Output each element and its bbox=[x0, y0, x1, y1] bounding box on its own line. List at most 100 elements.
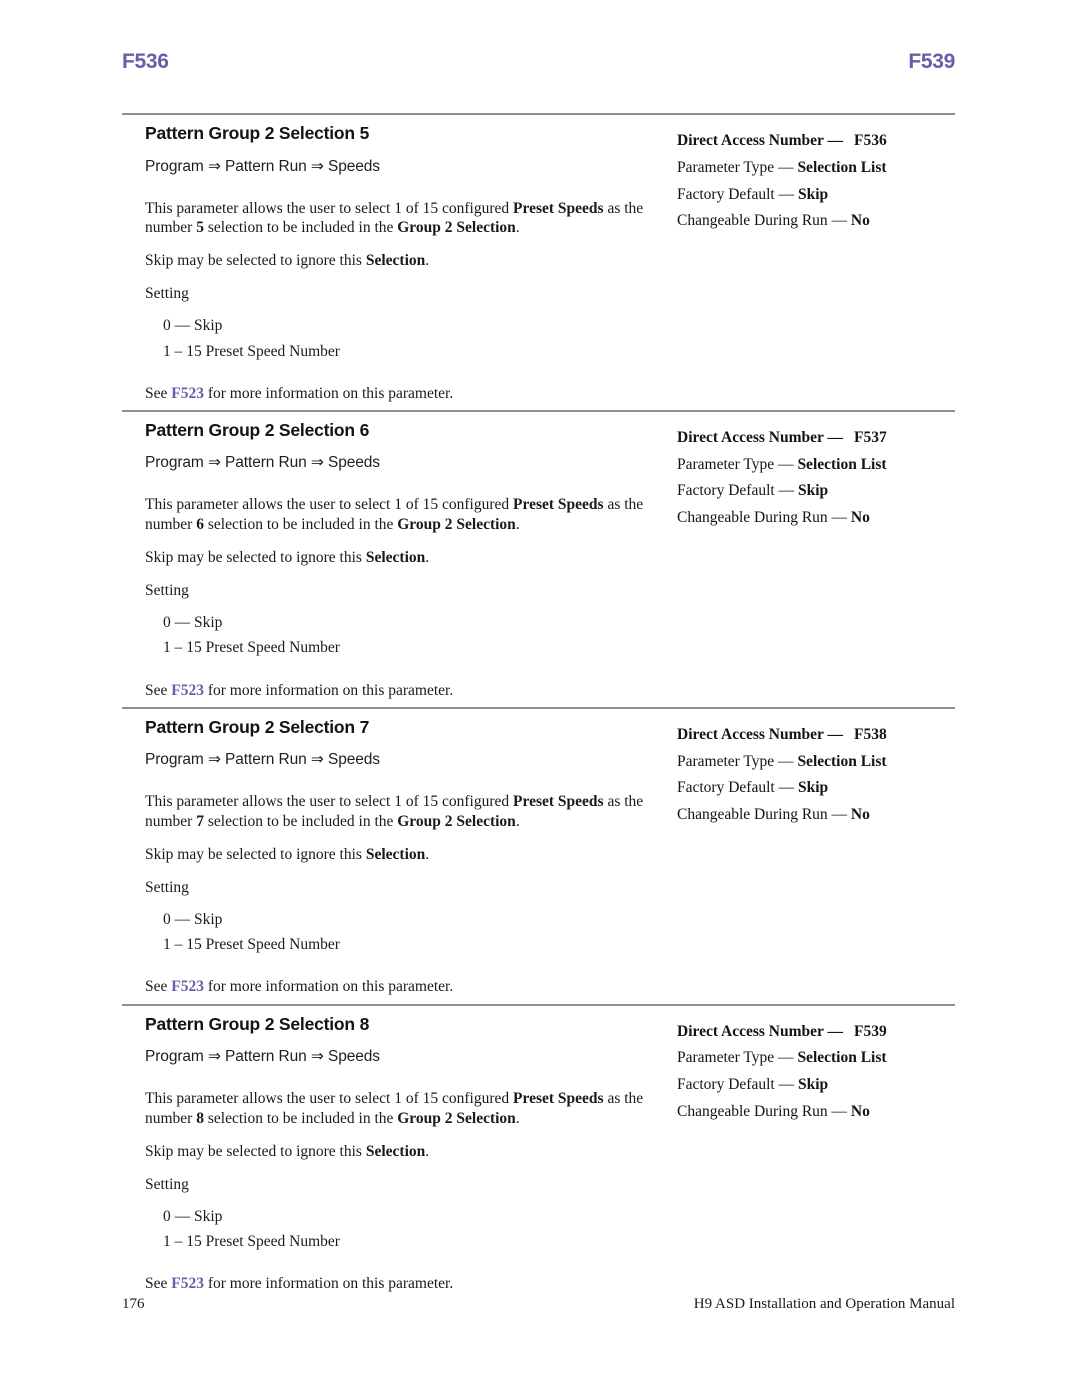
selection-number: 8 bbox=[196, 1109, 204, 1127]
parameter-section: Pattern Group 2 Selection 8 Program ⇒ Pat… bbox=[122, 1003, 955, 1301]
setting-label: Setting bbox=[145, 285, 189, 303]
factory-default-value: Skip bbox=[797, 482, 829, 500]
parameter-meta-column: Direct Access Number — F536 Parameter Type… bbox=[649, 122, 955, 235]
parameter-type-value: Selection List bbox=[797, 158, 887, 176]
changeable-during-run-value: No bbox=[850, 1102, 870, 1120]
group-2-selection-term: Group 2 Selection bbox=[397, 219, 516, 237]
parameter-title: Pattern Group 2 Selection 8 bbox=[145, 1013, 370, 1034]
preset-speeds-term: Preset Speeds bbox=[513, 1090, 604, 1108]
setting-option: 0 — Skip bbox=[163, 1208, 223, 1226]
running-head: F536 F539 bbox=[122, 50, 955, 74]
setting-label: Setting bbox=[145, 879, 189, 897]
factory-default-line: Factory Default — Skip bbox=[677, 779, 829, 797]
parameter-section: Pattern Group 2 Selection 6 Program ⇒ Pat… bbox=[122, 409, 955, 707]
parameter-description: This parameter allows the user to select… bbox=[145, 199, 644, 237]
setting-label: Setting bbox=[145, 1175, 189, 1193]
parameter-description-column: Pattern Group 2 Selection 7 Program ⇒ Pat… bbox=[122, 716, 649, 998]
parameter-meta-column: Direct Access Number — F539 Parameter Type… bbox=[649, 1013, 955, 1126]
skip-note: Skip may be selected to ignore this Sele… bbox=[145, 252, 430, 270]
section-body: Pattern Group 2 Selection 8 Program ⇒ Pat… bbox=[122, 1013, 955, 1295]
parameter-description-column: Pattern Group 2 Selection 5 Program ⇒ Pat… bbox=[122, 122, 649, 404]
setting-options-list: 0 — Skip 1 – 15 Preset Speed Number bbox=[145, 907, 649, 957]
parameter-menu-path: Program ⇒ Pattern Run ⇒ Speeds bbox=[145, 751, 380, 769]
parameter-menu-path: Program ⇒ Pattern Run ⇒ Speeds bbox=[145, 454, 380, 472]
manual-page: F536 F539 Pattern Group 2 Selection 5 Pro… bbox=[0, 0, 1080, 1397]
section-body: Pattern Group 2 Selection 6 Program ⇒ Pat… bbox=[122, 419, 955, 701]
parameter-type-value: Selection List bbox=[797, 455, 887, 473]
preset-speeds-term: Preset Speeds bbox=[513, 793, 604, 811]
group-2-selection-term: Group 2 Selection bbox=[397, 1109, 516, 1127]
running-head-right: F539 bbox=[908, 50, 955, 73]
parameter-type-line: Parameter Type — Selection List bbox=[677, 752, 887, 770]
parameter-title: Pattern Group 2 Selection 6 bbox=[145, 419, 370, 440]
setting-options-list: 0 — Skip 1 – 15 Preset Speed Number bbox=[145, 313, 649, 363]
factory-default-value: Skip bbox=[797, 185, 829, 203]
footer-manual-title: H9 ASD Installation and Operation Manual bbox=[693, 1296, 955, 1312]
cross-reference-link[interactable]: F523 bbox=[171, 682, 204, 699]
changeable-during-run-value: No bbox=[850, 806, 870, 824]
cross-reference-note: See F523 for more information on this pa… bbox=[145, 384, 454, 402]
parameter-title: Pattern Group 2 Selection 7 bbox=[145, 716, 370, 737]
changeable-during-run-value: No bbox=[850, 212, 870, 230]
factory-default-line: Factory Default — Skip bbox=[677, 482, 829, 500]
parameter-title: Pattern Group 2 Selection 5 bbox=[145, 123, 370, 143]
setting-options-list: 0 — Skip 1 – 15 Preset Speed Number bbox=[145, 1204, 649, 1254]
factory-default-value: Skip bbox=[797, 779, 829, 797]
cross-reference-note: See F523 for more information on this pa… bbox=[145, 978, 454, 996]
parameter-menu-path: Program ⇒ Pattern Run ⇒ Speeds bbox=[145, 157, 380, 175]
direct-access-number-line: Direct Access Number — F536 bbox=[677, 132, 887, 149]
direct-access-number-value: F537 bbox=[854, 428, 887, 446]
group-2-selection-term: Group 2 Selection bbox=[397, 516, 516, 534]
parameter-type-line: Parameter Type — Selection List bbox=[677, 158, 887, 176]
footer-page-number: 176 bbox=[122, 1296, 145, 1312]
changeable-during-run-line: Changeable During Run — No bbox=[677, 1102, 870, 1120]
setting-options-list: 0 — Skip 1 – 15 Preset Speed Number bbox=[145, 610, 649, 660]
parameter-description-column: Pattern Group 2 Selection 6 Program ⇒ Pat… bbox=[122, 419, 649, 701]
parameter-section: Pattern Group 2 Selection 7 Program ⇒ Pat… bbox=[122, 706, 955, 1004]
parameter-description-column: Pattern Group 2 Selection 8 Program ⇒ Pat… bbox=[122, 1013, 649, 1295]
setting-option: 0 — Skip bbox=[163, 911, 223, 929]
setting-option: 0 — Skip bbox=[163, 317, 223, 335]
skip-note: Skip may be selected to ignore this Sele… bbox=[145, 1142, 430, 1160]
direct-access-number-line: Direct Access Number — F537 bbox=[677, 428, 887, 446]
parameter-type-value: Selection List bbox=[797, 752, 887, 770]
parameter-type-value: Selection List bbox=[797, 1049, 887, 1067]
setting-label: Setting bbox=[145, 582, 189, 600]
selection-number: 6 bbox=[196, 516, 204, 534]
group-2-selection-term: Group 2 Selection bbox=[397, 813, 516, 831]
running-head-left: F536 bbox=[122, 50, 169, 73]
cross-reference-link[interactable]: F523 bbox=[171, 978, 204, 995]
selection-term: Selection bbox=[365, 1142, 426, 1160]
section-body: Pattern Group 2 Selection 7 Program ⇒ Pat… bbox=[122, 716, 955, 998]
direct-access-number-value: F538 bbox=[854, 725, 887, 743]
cross-reference-note: See F523 for more information on this pa… bbox=[145, 1275, 454, 1293]
selection-number: 7 bbox=[196, 813, 204, 831]
setting-option: 1 – 15 Preset Speed Number bbox=[163, 936, 340, 954]
setting-option: 0 — Skip bbox=[163, 614, 223, 632]
skip-note: Skip may be selected to ignore this Sele… bbox=[145, 549, 430, 567]
parameter-description: This parameter allows the user to select… bbox=[145, 793, 644, 831]
section-divider bbox=[122, 706, 955, 709]
selection-term: Selection bbox=[365, 549, 426, 567]
direct-access-number-line: Direct Access Number — F538 bbox=[677, 725, 887, 743]
setting-option: 1 – 15 Preset Speed Number bbox=[163, 1233, 340, 1251]
parameter-menu-path: Program ⇒ Pattern Run ⇒ Speeds bbox=[145, 1048, 380, 1066]
cross-reference-link[interactable]: F523 bbox=[171, 385, 204, 402]
skip-note: Skip may be selected to ignore this Sele… bbox=[145, 845, 430, 863]
factory-default-line: Factory Default — Skip bbox=[677, 1076, 829, 1094]
parameter-sections: Pattern Group 2 Selection 5 Program ⇒ Pat… bbox=[122, 113, 955, 1300]
cross-reference-link[interactable]: F523 bbox=[171, 1275, 204, 1292]
direct-access-number-line: Direct Access Number — F539 bbox=[677, 1022, 887, 1040]
direct-access-number-value: F539 bbox=[854, 1022, 887, 1040]
page-footer: 176 H9 ASD Installation and Operation Ma… bbox=[122, 1296, 955, 1313]
cross-reference-note: See F523 for more information on this pa… bbox=[145, 681, 454, 699]
parameter-meta-column: Direct Access Number — F537 Parameter Type… bbox=[649, 419, 955, 532]
section-divider bbox=[122, 113, 955, 115]
changeable-during-run-line: Changeable During Run — No bbox=[677, 212, 870, 230]
preset-speeds-term: Preset Speeds bbox=[513, 496, 604, 514]
parameter-section: Pattern Group 2 Selection 5 Program ⇒ Pat… bbox=[122, 113, 955, 410]
section-body: Pattern Group 2 Selection 5 Program ⇒ Pat… bbox=[122, 122, 955, 404]
parameter-type-line: Parameter Type — Selection List bbox=[677, 1049, 887, 1067]
section-divider bbox=[122, 409, 955, 412]
parameter-description: This parameter allows the user to select… bbox=[145, 1090, 644, 1127]
